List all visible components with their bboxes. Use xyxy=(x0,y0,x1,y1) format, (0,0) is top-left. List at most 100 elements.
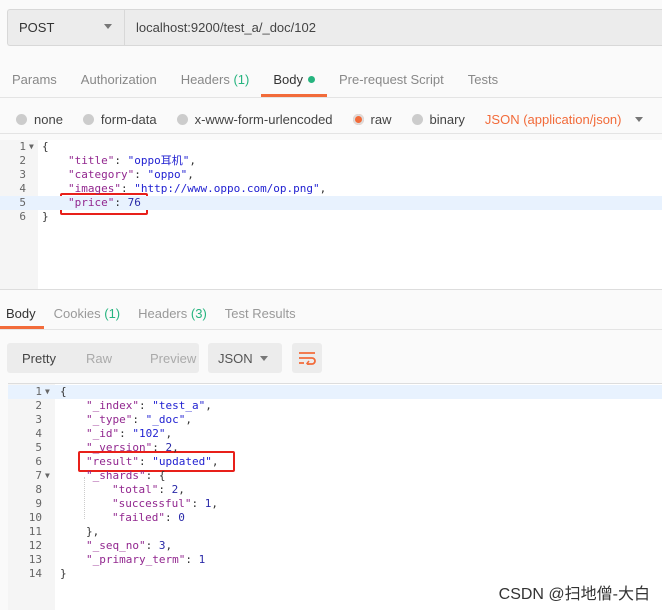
tab-tests[interactable]: Tests xyxy=(456,62,510,97)
code-text: "total": 2, xyxy=(112,483,185,496)
tab-label: Authorization xyxy=(80,72,157,87)
line-number: 5 xyxy=(35,441,42,454)
line-number: 13 xyxy=(28,553,42,566)
json-key: "_shards" xyxy=(86,469,146,482)
radio-none[interactable]: none xyxy=(16,112,63,127)
radio-x-www-form-urlencoded[interactable]: x-www-form-urlencoded xyxy=(176,112,333,127)
tab-headers[interactable]: Headers (1) xyxy=(169,62,262,97)
punct: , xyxy=(165,539,173,552)
json-value: 0 xyxy=(178,511,185,524)
line-number: 14 xyxy=(28,567,42,580)
punct: } xyxy=(60,567,67,580)
punct: , xyxy=(187,168,194,181)
tab-label: Headers xyxy=(138,306,188,321)
json-key: "_type" xyxy=(86,413,133,426)
json-value: "102" xyxy=(132,427,166,440)
line-number: 8 xyxy=(35,483,42,496)
response-body-viewer[interactable]: 1 ▼{2 "_index": "test_a", 3 "_type": "_doc",… xyxy=(8,383,662,610)
radio-label: none xyxy=(34,112,63,127)
tab-pre-request-script[interactable]: Pre-request Script xyxy=(327,62,456,97)
code-text: "_version": 2, xyxy=(86,441,179,454)
json-key: "price" xyxy=(68,196,115,209)
tab-label: Params xyxy=(12,72,57,87)
code-line: 3 "_type": "_doc", xyxy=(8,413,662,427)
code-text: { xyxy=(42,140,49,154)
radio-label: binary xyxy=(429,112,465,127)
code-text: "_id": "102", xyxy=(86,427,173,440)
line-number: 4 xyxy=(19,182,26,195)
wrap-lines-button[interactable] xyxy=(292,343,322,373)
code-line: 5 "_version": 2, xyxy=(8,441,662,455)
radio-label: x-www-form-urlencoded xyxy=(194,112,333,127)
status-dot-icon xyxy=(307,76,315,83)
radio-circle-icon xyxy=(16,114,27,125)
fold-arrow-icon[interactable]: ▼ xyxy=(45,469,50,483)
json-key: "successful" xyxy=(112,497,192,510)
response-tab-cookies[interactable]: Cookies (1) xyxy=(48,298,128,329)
tab-label: Headers xyxy=(180,72,230,87)
response-tab-headers[interactable]: Headers (3) xyxy=(132,298,215,329)
json-key: "images" xyxy=(68,182,121,195)
punct: , xyxy=(178,483,185,496)
code-text: "successful": 1, xyxy=(112,497,218,510)
tab-body[interactable]: Body xyxy=(261,62,327,97)
json-value: 1 xyxy=(198,553,206,566)
line-number: 12 xyxy=(28,539,42,552)
response-tab-test-results[interactable]: Test Results xyxy=(219,298,304,329)
radio-circle-icon xyxy=(176,114,188,125)
code-line: 9 "successful": 1, xyxy=(8,497,662,511)
wrap-icon xyxy=(299,352,316,365)
radio-raw[interactable]: raw xyxy=(352,112,392,127)
json-value: "_doc" xyxy=(145,413,186,426)
tab-label: Tests xyxy=(467,72,499,87)
line-number: 3 xyxy=(19,168,26,181)
punct: } xyxy=(42,210,49,223)
view-mode-toggle: Pretty Raw Preview xyxy=(7,343,199,373)
tab-label: Cookies xyxy=(53,306,101,321)
code-line: 2 "title": "oppo耳机", xyxy=(0,154,662,168)
tab-label: Pre-request Script xyxy=(338,72,444,87)
radio-circle-icon xyxy=(82,114,94,125)
line-number: 6 xyxy=(19,210,26,223)
punct: , xyxy=(205,399,212,412)
line-number: 4 xyxy=(35,427,42,440)
code-line: 3 "category": "oppo", xyxy=(0,168,662,182)
radio-binary[interactable]: binary xyxy=(411,112,465,127)
fold-arrow-icon[interactable]: ▼ xyxy=(45,385,50,399)
code-line: 1 ▼ { xyxy=(8,385,662,399)
view-mode-raw[interactable]: Raw xyxy=(71,351,135,366)
view-mode-pretty[interactable]: Pretty xyxy=(7,351,71,366)
tab-authorization[interactable]: Authorization xyxy=(69,62,169,97)
method-select[interactable]: POST xyxy=(7,9,124,46)
code-text: { xyxy=(60,385,67,399)
response-format-select[interactable]: JSON xyxy=(208,343,282,373)
code-text: } xyxy=(42,210,49,224)
punct: { xyxy=(42,140,49,153)
line-number: 11 xyxy=(28,525,42,538)
code-line: 4 "images": "http://www.oppo.com/op.png", xyxy=(0,182,662,196)
tab-params[interactable]: Params xyxy=(0,62,69,97)
json-key: "result" xyxy=(86,455,139,468)
code-line: 6} xyxy=(0,210,662,224)
response-tab-body[interactable]: Body xyxy=(0,298,44,329)
line-number: 10 xyxy=(28,511,42,524)
fold-arrow-icon[interactable]: ▼ xyxy=(29,140,34,154)
radio-form-data[interactable]: form-data xyxy=(82,112,157,127)
tab-count: (3) xyxy=(190,306,207,321)
punct: { xyxy=(60,385,67,398)
request-body-editor[interactable]: 1 ▼ {2 "title": "oppo耳机", 3 "category": "oppo… xyxy=(0,140,662,290)
punct: , xyxy=(319,182,327,195)
json-key: "title" xyxy=(68,154,115,167)
url-input[interactable]: localhost:9200/test_a/_doc/102 xyxy=(124,9,662,46)
code-text: "_shards": { xyxy=(86,469,166,482)
line-number: 7 xyxy=(35,469,42,482)
json-key: "_primary_term" xyxy=(86,553,186,566)
code-text: } xyxy=(60,567,67,581)
radio-label: raw xyxy=(370,112,392,127)
content-type-select[interactable]: JSON (application/json) xyxy=(485,112,644,127)
view-mode-preview[interactable]: Preview xyxy=(135,351,199,366)
json-key: "failed" xyxy=(112,511,165,524)
code-line: 6 "result": "updated", xyxy=(8,455,662,469)
json-value: { xyxy=(158,469,166,482)
code-line: 12 "_seq_no": 3, xyxy=(8,539,662,553)
